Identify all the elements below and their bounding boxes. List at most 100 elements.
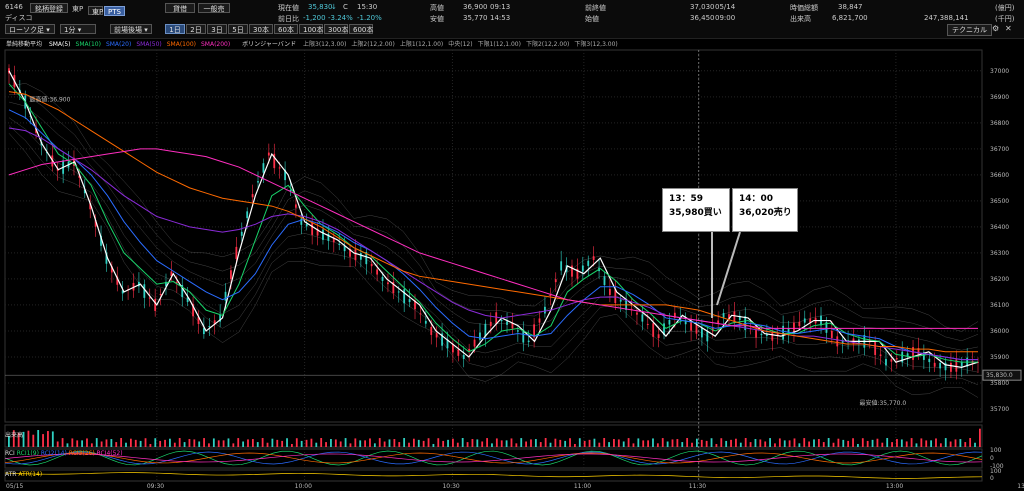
- volume-bar: [398, 442, 401, 447]
- chart-canvas[interactable]: 35700 35800 35900 36000 36100 36200 36300 36400…: [0, 0, 1024, 491]
- series-line-1: [8, 83, 978, 363]
- volume-bar: [515, 443, 518, 447]
- atr-pane-frame: [4, 469, 983, 482]
- volume-bar: [588, 439, 591, 447]
- volume-bar: [754, 439, 757, 447]
- volume-bar: [827, 438, 830, 447]
- candle-body: [267, 152, 270, 156]
- candle-body: [793, 322, 795, 333]
- volume-bar: [564, 440, 567, 447]
- volume-bar: [208, 443, 210, 447]
- rci1-label: RCI1(9): [16, 450, 39, 457]
- candle-body: [641, 314, 644, 322]
- candle-body: [836, 336, 839, 347]
- y-tick-label: 36700: [990, 146, 1009, 153]
- volume-bar: [739, 442, 742, 447]
- volume-bar: [930, 440, 933, 447]
- candle-body: [376, 269, 379, 275]
- candle-body: [154, 298, 157, 311]
- sell-callout-time: 14：00: [739, 194, 774, 204]
- volume-bar: [330, 439, 332, 447]
- volume-bar: [125, 442, 127, 447]
- atr-tick-label: 0: [990, 475, 994, 482]
- buy-callout-time: 13：59: [669, 194, 704, 204]
- volume-bar: [881, 442, 884, 447]
- candle-body: [278, 167, 281, 169]
- volume-bar: [437, 438, 440, 447]
- x-tick-label: 11:30: [689, 483, 706, 490]
- rci-pane-label: RCI RCI1(9) RCI2(14) RCI3(26) RCI4(52): [5, 450, 123, 457]
- volume-bar: [505, 440, 508, 447]
- volume-bar: [935, 438, 937, 447]
- candle-body: [479, 332, 481, 340]
- volume-bar: [115, 442, 118, 447]
- candle-body: [950, 362, 952, 372]
- volume-bar: [979, 428, 981, 447]
- volume-bar: [647, 440, 650, 447]
- volume-bar: [315, 442, 318, 447]
- volume-bar: [554, 438, 557, 447]
- candle-body: [322, 229, 324, 240]
- candle-body: [527, 340, 530, 343]
- volume-bar: [61, 438, 64, 447]
- volume-bar: [369, 438, 371, 447]
- volume-bar: [251, 439, 254, 447]
- volume-bar: [613, 439, 615, 447]
- candle-body: [657, 334, 660, 339]
- volume-bar: [90, 443, 93, 447]
- candle-body: [246, 211, 249, 219]
- volume-bar: [798, 443, 801, 447]
- volume-bar: [222, 440, 225, 447]
- candle-body: [608, 288, 611, 295]
- volume-bar: [813, 439, 815, 447]
- candle-body: [928, 358, 931, 363]
- volume-bar: [700, 439, 703, 447]
- volume-bar: [81, 440, 83, 447]
- volume-bar: [134, 439, 137, 447]
- volume-bar: [32, 434, 35, 447]
- y-tick-label: 35900: [990, 354, 1009, 361]
- volume-bar: [608, 442, 610, 447]
- volume-bar: [915, 443, 918, 447]
- volume-bar: [549, 442, 552, 447]
- volume-bar: [232, 443, 235, 447]
- candle-body: [311, 222, 314, 235]
- volume-bar: [705, 440, 708, 447]
- volume-bar: [534, 439, 537, 447]
- chart-window: 6146 ディスコ 銘柄登録 東P 東P PTS 貸借 一般売 ローソク足 ▾ …: [0, 0, 1024, 491]
- candle-body: [419, 313, 422, 315]
- volume-bar: [144, 438, 147, 447]
- volume-bar: [642, 440, 645, 447]
- candle-body: [603, 276, 606, 286]
- candle-body: [695, 324, 698, 334]
- candle-body: [765, 334, 768, 336]
- volume-bar: [378, 438, 381, 447]
- volume-bar: [432, 443, 435, 447]
- volume-bar: [320, 438, 323, 447]
- rci4-label: RCI4(52): [96, 450, 123, 457]
- volume-bar: [442, 440, 445, 447]
- volume-bar: [686, 438, 689, 447]
- candle-body: [506, 321, 508, 325]
- candle-body: [895, 358, 898, 360]
- volume-bar: [198, 441, 201, 447]
- volume-bar: [876, 438, 879, 447]
- volume-bar: [778, 438, 781, 447]
- volume-bar: [100, 441, 103, 447]
- volume-bar: [37, 430, 40, 447]
- volume-bar: [861, 438, 864, 447]
- candle-body: [879, 354, 882, 356]
- y-tick-label: 36600: [990, 172, 1009, 179]
- volume-bar: [129, 438, 132, 447]
- volume-bar: [837, 438, 840, 447]
- candle-body: [354, 249, 357, 261]
- volume-bar: [364, 440, 366, 447]
- y-tick-label: 36400: [990, 224, 1009, 231]
- volume-bar: [51, 431, 54, 447]
- atr-tick-label: 100: [990, 468, 1002, 475]
- volume-bar: [730, 439, 732, 447]
- candle-body: [560, 261, 563, 271]
- volume-bar: [530, 439, 532, 447]
- high-marker: 最高値:36,900: [29, 95, 70, 103]
- volume-bar: [291, 443, 293, 447]
